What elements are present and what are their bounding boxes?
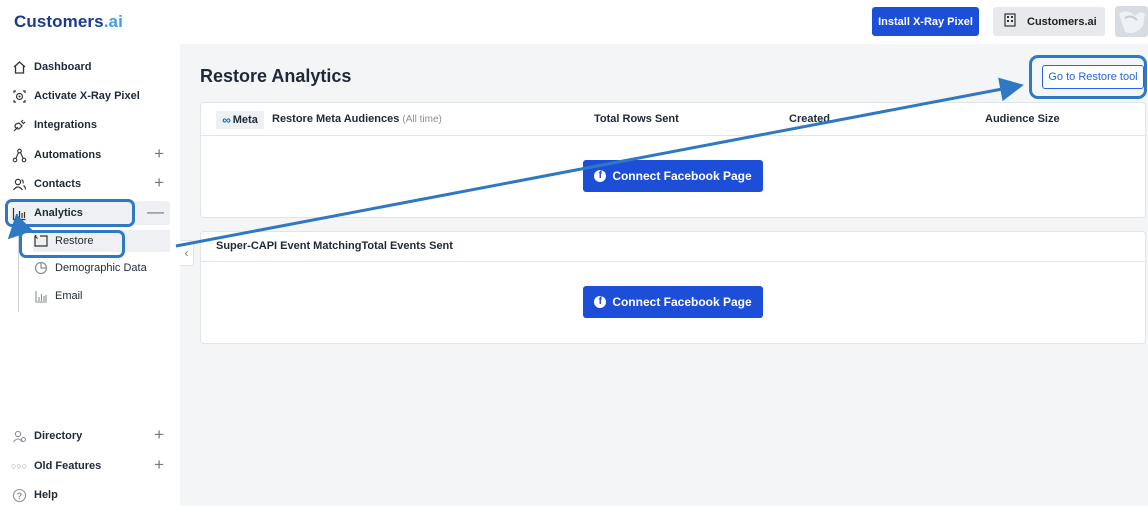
page-title: Restore Analytics (200, 66, 352, 86)
super-capi-card: Super-CAPI Event MatchingTotal Events Se… (200, 231, 1146, 344)
meta-audiences-card: ∞ Meta Restore Meta Audiences (All time) … (200, 102, 1146, 218)
account-name: Customers.ai (1027, 15, 1097, 28)
facebook-icon: f (594, 296, 607, 308)
sidebar-subitem-label: Restore (55, 235, 94, 247)
sidebar-item-label: Contacts (34, 178, 82, 190)
sidebar-subitem-label: Email (55, 290, 83, 302)
meta-card-title-note: (All time) (402, 114, 442, 125)
sidebar-item-help[interactable]: ? Help (10, 483, 170, 506)
home-icon (10, 58, 28, 76)
expand-plus-icon[interactable]: + (154, 145, 164, 163)
sidebar-item-label: Help (34, 489, 58, 501)
plug-icon (10, 116, 28, 134)
meta-logo: ∞ Meta (216, 111, 264, 129)
facebook-icon: f (594, 170, 607, 182)
sidebar-item-label: Directory (34, 430, 83, 442)
meta-card-header: ∞ Meta Restore Meta Audiences (All time) … (201, 103, 1145, 136)
connect-facebook-page-button[interactable]: f Connect Facebook Page (583, 160, 763, 192)
directory-icon (10, 427, 28, 445)
sidebar-subitem-label: Demographic Data (55, 262, 147, 274)
column-header-total-rows-sent: Total Rows Sent (594, 113, 679, 125)
sidebar-item-directory[interactable]: Directory + (10, 424, 170, 448)
sidebar-collapse-chevron-icon[interactable]: ‹ (180, 240, 194, 266)
avatar[interactable] (1115, 6, 1148, 37)
bar-chart-icon (10, 204, 28, 222)
install-xray-pixel-button[interactable]: Install X-Ray Pixel (872, 7, 979, 36)
go-to-restore-tool-button[interactable]: Go to Restore tool (1042, 65, 1144, 89)
capi-card-header: Super-CAPI Event MatchingTotal Events Se… (201, 232, 1145, 262)
flow-icon (10, 146, 28, 164)
expand-plus-icon[interactable]: + (154, 456, 164, 474)
sidebar-item-contacts[interactable]: Contacts + (10, 172, 170, 196)
logo-suffix: .ai (103, 12, 123, 31)
users-icon (10, 175, 28, 193)
column-header-audience-size: Audience Size (985, 113, 1060, 125)
customers-ai-logo[interactable]: Customers.ai (14, 12, 123, 32)
help-icon: ? (10, 486, 28, 504)
dots-icon: ○○○ (10, 461, 28, 471)
meta-infinity-icon: ∞ (222, 113, 231, 127)
connect-facebook-label: Connect Facebook Page (612, 169, 752, 183)
sidebar-item-label: Activate X-Ray Pixel (34, 90, 140, 102)
sidebar-subitem-demographic-data[interactable]: Demographic Data (33, 257, 170, 279)
sidebar-item-automations[interactable]: Automations + (10, 143, 170, 167)
meta-logo-text: Meta (232, 114, 258, 126)
sidebar-item-analytics[interactable]: Analytics — (10, 201, 170, 225)
sidebar-item-label: Analytics (34, 207, 83, 219)
connect-facebook-label: Connect Facebook Page (612, 295, 752, 309)
bar-chart-icon (33, 290, 49, 303)
sidebar-item-label: Dashboard (34, 61, 92, 73)
meta-card-title-text: Restore Meta Audiences (272, 113, 400, 125)
sidebar-item-label: Automations (34, 149, 102, 161)
target-icon (10, 87, 28, 105)
sidebar-item-old-features[interactable]: ○○○ Old Features + (10, 454, 170, 478)
expand-plus-icon[interactable]: + (154, 174, 164, 192)
sidebar-item-dashboard[interactable]: Dashboard (10, 55, 170, 79)
sidebar-subitem-restore[interactable]: Restore (33, 230, 170, 252)
sidebar-item-label: Old Features (34, 460, 102, 472)
pie-chart-icon (33, 261, 49, 275)
meta-card-title: Restore Meta Audiences (All time) (272, 113, 442, 125)
capi-card-header-text: Super-CAPI Event MatchingTotal Events Se… (216, 240, 453, 252)
submenu-divider (18, 232, 19, 312)
connect-facebook-page-button[interactable]: f Connect Facebook Page (583, 286, 763, 318)
sidebar-item-label: Integrations (34, 119, 97, 131)
sidebar-subitem-email[interactable]: Email (33, 285, 170, 307)
restore-icon (33, 235, 49, 247)
top-header: Customers.ai Install X-Ray Pixel Custome… (0, 0, 1148, 44)
sidebar-item-activate-xray-pixel[interactable]: Activate X-Ray Pixel (10, 84, 170, 108)
column-header-created: Created (789, 113, 830, 125)
collapse-minus-icon[interactable]: — (147, 203, 164, 221)
expand-plus-icon[interactable]: + (154, 426, 164, 444)
logo-main: Customers (14, 12, 104, 31)
svg-text:?: ? (16, 490, 22, 500)
sidebar-item-integrations[interactable]: Integrations (10, 113, 170, 137)
building-icon (1003, 13, 1017, 30)
account-switcher-button[interactable]: Customers.ai (993, 7, 1105, 36)
